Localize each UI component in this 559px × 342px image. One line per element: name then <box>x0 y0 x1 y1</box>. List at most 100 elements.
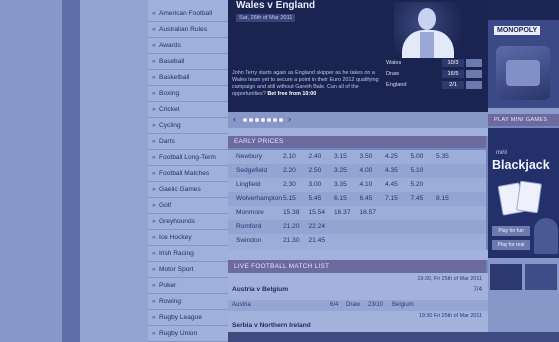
sidebar-item[interactable]: » Australian Rules <box>148 22 228 38</box>
race-time-link[interactable]: 7.45 <box>411 192 424 206</box>
sidebar-item[interactable]: » Cycling <box>148 118 228 134</box>
sidebar-item[interactable]: » Irish Racing <box>148 246 228 262</box>
sidebar-item[interactable]: » Darts <box>148 134 228 150</box>
meeting-venue[interactable]: Lingfield <box>236 178 261 192</box>
sidebar-item[interactable]: » Awards <box>148 38 228 54</box>
featured-match-date: Sat, 26th of Mar 2011 <box>236 14 296 22</box>
race-time-link[interactable]: 7.15 <box>385 192 398 206</box>
race-time-link[interactable]: 16.37 <box>334 206 351 220</box>
race-time-link[interactable]: 4.45 <box>385 178 398 192</box>
sidebar-item[interactable]: » Poker <box>148 278 228 294</box>
race-time-link[interactable]: 5.35 <box>436 150 449 164</box>
race-time-link[interactable]: 2.40 <box>309 150 322 164</box>
carousel-dot[interactable] <box>267 118 271 122</box>
page-gutter <box>62 0 80 342</box>
race-time-link[interactable]: 5.45 <box>309 192 322 206</box>
race-time-link[interactable]: 3.35 <box>334 178 347 192</box>
carousel-dot[interactable] <box>243 118 247 122</box>
monopoly-promo-banner[interactable]: MONOPOLY <box>488 20 559 108</box>
race-time-link[interactable]: 6.45 <box>360 192 373 206</box>
race-time-link[interactable]: 2.50 <box>309 164 322 178</box>
carousel-dot[interactable] <box>279 118 283 122</box>
meeting-venue[interactable]: Sedgefield <box>236 164 267 178</box>
sidebar-item-label: Darts <box>159 138 175 145</box>
more-bets-link[interactable]: 7/4 <box>474 287 482 293</box>
player-shirt-stripe <box>420 32 434 58</box>
race-time-link[interactable]: 16.57 <box>360 206 377 220</box>
sidebar-item[interactable]: » American Football <box>148 6 228 22</box>
odds-price-button[interactable]: 16/5 <box>442 70 464 78</box>
game-thumbnail[interactable] <box>490 264 522 290</box>
race-time-link[interactable]: 4.25 <box>385 150 398 164</box>
race-time-link[interactable]: 6.15 <box>334 192 347 206</box>
play-for-fun-button[interactable]: Play for fun <box>492 226 530 236</box>
odds-price-button[interactable]: 10/3 <box>442 59 464 67</box>
race-time-link[interactable]: 4.00 <box>360 164 373 178</box>
play-for-real-button[interactable]: Play for real <box>492 240 530 250</box>
sidebar-item[interactable]: » Rugby Union <box>148 326 228 342</box>
race-time-link[interactable]: 2.20 <box>283 164 296 178</box>
race-time-link[interactable]: 5.00 <box>411 150 424 164</box>
race-time-link[interactable]: 4.10 <box>360 178 373 192</box>
meeting-venue[interactable]: Wolverhampton <box>236 192 282 206</box>
blackjack-promo[interactable]: mini Blackjack Play for fun Play for rea… <box>488 128 559 258</box>
home-price-button[interactable]: 6/4 <box>330 302 338 308</box>
race-time-link[interactable]: 3.00 <box>309 178 322 192</box>
bullet-icon: » <box>152 122 156 129</box>
race-time-link[interactable]: 3.25 <box>334 164 347 178</box>
chevron-left-icon[interactable]: ‹ <box>233 115 236 124</box>
bullet-icon: » <box>152 74 156 81</box>
featured-match-banner[interactable]: Wales v England Sat, 26th of Mar 2011 Wa… <box>228 0 488 112</box>
sidebar-item[interactable]: » Ice Hockey <box>148 230 228 246</box>
sidebar-item[interactable]: » Boxing <box>148 86 228 102</box>
carousel-dot[interactable] <box>255 118 259 122</box>
odds-price-button[interactable]: 2/1 <box>442 81 464 89</box>
race-time-link[interactable]: 21.30 <box>283 234 300 248</box>
sidebar-item[interactable]: » Cricket <box>148 102 228 118</box>
meeting-venue[interactable]: Newbury <box>236 150 262 164</box>
bullet-icon: » <box>152 154 156 161</box>
sidebar-item[interactable]: » Baseball <box>148 54 228 70</box>
race-time-link[interactable]: 8.15 <box>436 192 449 206</box>
sidebar-item[interactable]: » Basketball <box>148 70 228 86</box>
race-time-link[interactable]: 15.38 <box>283 206 300 220</box>
race-time-link[interactable]: 3.50 <box>360 150 373 164</box>
carousel-dot[interactable] <box>273 118 277 122</box>
race-time-link[interactable]: 5.15 <box>283 192 296 206</box>
sidebar-item[interactable]: » Football Matches <box>148 166 228 182</box>
sidebar-item[interactable]: » Motor Sport <box>148 262 228 278</box>
race-time-link[interactable]: 3.15 <box>334 150 347 164</box>
meeting-venue[interactable]: Swindon <box>236 234 261 248</box>
race-time-link[interactable]: 2.30 <box>283 178 296 192</box>
race-time-link[interactable]: 21.45 <box>309 234 326 248</box>
race-time-link[interactable]: 22.24 <box>309 220 326 234</box>
bet-cta-link[interactable]: Bet free from 10:00 <box>267 91 316 97</box>
race-time-link[interactable]: 4.35 <box>385 164 398 178</box>
race-time-link[interactable]: 5.10 <box>411 164 424 178</box>
sidebar-item[interactable]: » Gaelic Games <box>148 182 228 198</box>
race-time-link[interactable]: 15.54 <box>309 206 326 220</box>
game-thumbnail[interactable] <box>525 264 557 290</box>
meeting-venue[interactable]: Monmore <box>236 206 264 220</box>
match-title[interactable]: Austria v Belgium <box>232 286 288 293</box>
add-bet-button[interactable] <box>466 70 482 78</box>
sidebar-item[interactable]: » Rowing <box>148 294 228 310</box>
sidebar-item[interactable]: » Football Long-Term <box>148 150 228 166</box>
race-time-link[interactable]: 21.20 <box>283 220 300 234</box>
carousel-dot[interactable] <box>249 118 253 122</box>
featured-match-description: John Terry starts again as England skipp… <box>232 70 380 98</box>
race-time-link[interactable]: 2.10 <box>283 150 296 164</box>
meeting-venue[interactable]: Romford <box>236 220 261 234</box>
sidebar-item[interactable]: » Golf <box>148 198 228 214</box>
draw-price-button[interactable]: 23/10 <box>368 302 383 308</box>
add-bet-button[interactable] <box>466 81 482 89</box>
match-title[interactable]: Serbia v Northern Ireland <box>232 322 311 329</box>
add-bet-button[interactable] <box>466 59 482 67</box>
race-time-link[interactable]: 5.20 <box>411 178 424 192</box>
carousel-dot[interactable] <box>261 118 265 122</box>
away-team: Belgium <box>392 302 414 308</box>
chevron-right-icon[interactable]: › <box>288 115 291 124</box>
sidebar-item[interactable]: » Rugby League <box>148 310 228 326</box>
featured-match-title[interactable]: Wales v England <box>236 0 315 11</box>
sidebar-item[interactable]: » Greyhounds <box>148 214 228 230</box>
